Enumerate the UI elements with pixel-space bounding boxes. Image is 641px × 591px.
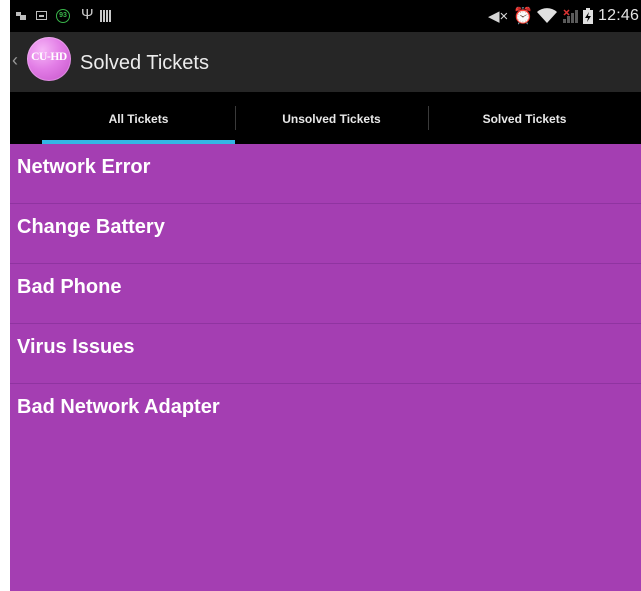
tab-label: Unsolved Tickets (282, 112, 381, 126)
list-item[interactable]: Virus Issues (10, 324, 641, 384)
status-time: 12:46 (598, 7, 640, 24)
app-screen: 93 Ψ ◀× ⏰ 12:46 ‹ CU-HD Solved Tickets A… (10, 0, 641, 591)
bars-icon (100, 10, 111, 22)
ticket-label: Change Battery (17, 216, 165, 238)
ticket-list: Network Error Change Battery Bad Phone V… (10, 144, 641, 444)
page-title: Solved Tickets (80, 52, 209, 74)
tab-bar: All Tickets Unsolved Tickets Solved Tick… (10, 92, 641, 144)
alarm-icon: ⏰ (513, 8, 533, 25)
mute-icon: ◀× (488, 8, 509, 25)
notification-icon (16, 12, 26, 20)
ticket-label: Bad Network Adapter (17, 396, 220, 418)
notification-badge: 93 (56, 9, 70, 23)
ticket-label: Bad Phone (17, 276, 122, 298)
usb-icon: Ψ (81, 6, 94, 23)
back-chevron-icon[interactable]: ‹ (12, 50, 18, 71)
app-logo[interactable]: CU-HD (27, 37, 71, 81)
app-logo-text: CU-HD (31, 51, 67, 63)
ticket-label: Network Error (17, 156, 151, 178)
list-item[interactable]: Bad Network Adapter (10, 384, 641, 444)
signal-icon (563, 9, 578, 23)
tab-label: Solved Tickets (482, 112, 567, 126)
list-item[interactable]: Bad Phone (10, 264, 641, 324)
status-bar: 93 Ψ ◀× ⏰ 12:46 (10, 0, 641, 32)
list-item[interactable]: Network Error (10, 144, 641, 204)
wifi-icon (537, 8, 557, 23)
tab-label: All Tickets (108, 112, 169, 126)
image-icon (36, 11, 47, 20)
ticket-label: Virus Issues (17, 336, 135, 358)
tab-unsolved-tickets[interactable]: Unsolved Tickets (235, 92, 428, 144)
action-bar: ‹ CU-HD Solved Tickets (10, 32, 641, 92)
tab-all-tickets[interactable]: All Tickets (42, 92, 235, 144)
battery-icon (583, 8, 593, 24)
tab-solved-tickets[interactable]: Solved Tickets (428, 92, 621, 144)
list-item[interactable]: Change Battery (10, 204, 641, 264)
